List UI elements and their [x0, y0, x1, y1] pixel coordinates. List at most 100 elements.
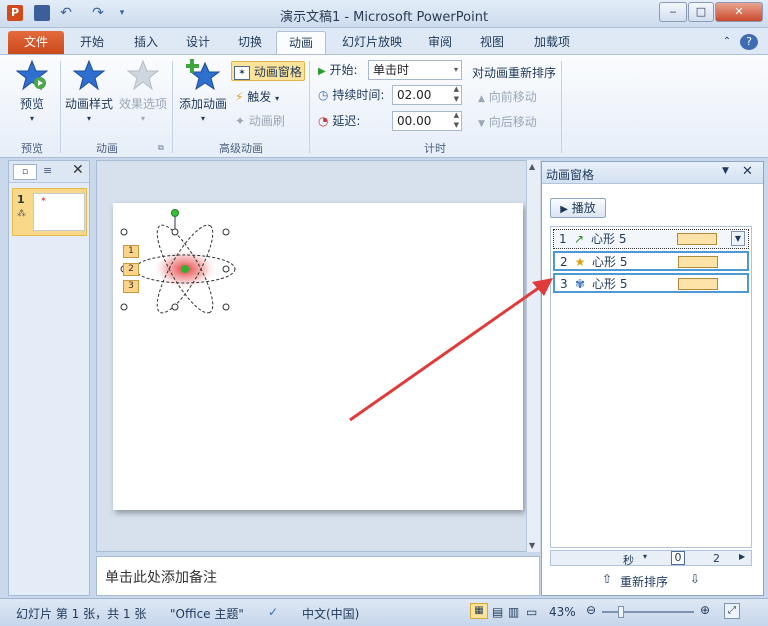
motion-center-icon	[181, 265, 189, 273]
collapse-ribbon-icon[interactable]: ⌃	[718, 31, 736, 54]
delay-spinner-icon[interactable]: ▲ ▼	[454, 110, 459, 130]
duration-spinner-icon[interactable]: ▲ ▼	[454, 84, 459, 104]
animation-marker-2[interactable]: 2	[123, 263, 139, 276]
zoom-slider-track[interactable]	[602, 611, 694, 613]
tab-view[interactable]: 视图	[470, 31, 514, 54]
pane-menu-icon[interactable]: ▼	[722, 166, 729, 176]
timeline-unit-dropdown-icon[interactable]: ▾	[643, 552, 647, 561]
slide-sorter-icon[interactable]: ▤	[492, 605, 503, 619]
animation-painter-button[interactable]: ✦ 动画刷	[235, 111, 285, 131]
rotate-handle[interactable]	[171, 209, 179, 217]
language[interactable]: 中文(中国)	[302, 605, 359, 622]
timeline-tick-2: 2	[713, 552, 720, 565]
preview-dropdown-icon: ▾	[29, 114, 34, 123]
delay-input[interactable]: 00.00 ▲ ▼	[392, 111, 462, 131]
resize-handle[interactable]	[222, 228, 230, 236]
animation-item[interactable]: 3 ✾ 心形 5	[553, 273, 749, 293]
vertical-scrollbar[interactable]: ▲ ▼	[526, 160, 540, 552]
tab-file[interactable]: 文件	[8, 31, 64, 54]
minimize-button[interactable]: ‒	[659, 2, 687, 22]
zoom-level[interactable]: 43%	[549, 605, 576, 619]
animation-star-icon	[73, 59, 105, 91]
spellcheck-icon[interactable]: ✓	[268, 605, 278, 619]
group-preview-label: 预览	[21, 142, 43, 155]
slide-canvas[interactable]: 1 2 3	[113, 203, 523, 510]
theme-name[interactable]: "Office 主题"	[170, 605, 244, 622]
zoom-in-icon[interactable]: ⊕	[700, 603, 710, 617]
scroll-up-icon[interactable]: ▲	[529, 162, 535, 171]
normal-view-icon[interactable]: ▦	[470, 603, 488, 619]
preview-label: 预览	[19, 97, 44, 111]
reorder-row: ⇧ 重新排序 ⇩	[550, 570, 756, 592]
play-button[interactable]: ▶ 播放	[550, 198, 606, 218]
animation-pane-button[interactable]: ✶ 动画窗格	[231, 61, 305, 81]
animation-marker-3[interactable]: 3	[123, 280, 139, 293]
slideshow-view-icon[interactable]: ▭	[526, 605, 537, 619]
tab-animations[interactable]: 动画	[276, 31, 326, 54]
heart-shape-group[interactable]	[113, 203, 523, 510]
add-animation-button[interactable]: 添加动画 ▾	[176, 59, 230, 123]
start-select[interactable]: 单击时 ▾	[368, 60, 462, 80]
fit-to-window-icon[interactable]: ⤢	[724, 603, 740, 619]
tab-addins[interactable]: 加载项	[524, 31, 580, 54]
play-label: 播放	[571, 201, 596, 215]
close-window-button[interactable]: ✕	[715, 2, 763, 22]
tab-review[interactable]: 审阅	[418, 31, 462, 54]
move-earlier-button[interactable]: ▲ 向前移动	[478, 87, 537, 107]
move-later-button[interactable]: ▼ 向后移动	[478, 112, 537, 132]
notes-pane[interactable]: 单击此处添加备注	[96, 556, 540, 596]
close-panel-icon[interactable]: ✕	[72, 162, 84, 178]
animation-styles-label: 动画样式	[64, 97, 113, 111]
animation-dialog-launcher-icon[interactable]: ⧉	[158, 143, 164, 153]
timeline-ruler[interactable]: 秒 ▾ 0 2 ▶	[550, 550, 752, 567]
thumbnail-slide: ✶	[33, 193, 85, 231]
animation-styles-button[interactable]: 动画样式 ▾	[62, 59, 116, 123]
move-later-icon: ▼	[478, 119, 485, 129]
resize-handle[interactable]	[222, 303, 230, 311]
resize-handle[interactable]	[120, 303, 128, 311]
duration-input[interactable]: 02.00 ▲ ▼	[392, 85, 462, 105]
help-icon[interactable]: ?	[740, 34, 758, 50]
animation-marker-1[interactable]: 1	[123, 245, 139, 258]
resize-handle[interactable]	[120, 228, 128, 236]
tab-home[interactable]: 开始	[70, 31, 114, 54]
scroll-down-icon[interactable]: ▼	[529, 541, 535, 550]
item-dropdown-icon[interactable]: ▼	[731, 231, 745, 246]
resize-handle[interactable]	[171, 303, 179, 311]
timeline-right-icon[interactable]: ▶	[739, 552, 745, 561]
tab-insert[interactable]: 插入	[124, 31, 168, 54]
trigger-button[interactable]: ⚡ 触发 ▾	[235, 87, 279, 107]
zoom-slider-thumb[interactable]	[618, 606, 624, 618]
tab-slideshow[interactable]: 幻灯片放映	[334, 31, 410, 54]
window-title: 演示文稿1 - Microsoft PowerPoint	[279, 10, 489, 25]
animation-item-name: 心形 5	[591, 232, 627, 246]
maximize-button[interactable]: □	[688, 2, 714, 22]
effect-options-dropdown-icon: ▾	[140, 114, 145, 123]
tab-design[interactable]: 设计	[176, 31, 220, 54]
lightning-icon: ⚡	[235, 90, 244, 104]
zoom-out-icon[interactable]: ⊖	[586, 603, 596, 617]
animation-item[interactable]: 2 ★ 心形 5	[553, 251, 749, 271]
timing-bar	[678, 278, 718, 290]
slides-tab-icon[interactable]: ▫	[13, 164, 37, 180]
close-pane-icon[interactable]: ✕	[742, 164, 753, 179]
effect-options-button[interactable]: 效果选项 ▾	[116, 59, 170, 123]
slides-panel: ▫ ≡ ✕ 1 ⁂ ✶	[8, 160, 90, 596]
slide-thumbnail[interactable]: 1 ⁂ ✶	[12, 188, 87, 236]
resize-handle[interactable]	[222, 265, 230, 273]
reorder-up-icon[interactable]: ⇧	[602, 572, 612, 586]
effect-star-icon	[127, 59, 159, 91]
resize-handle[interactable]	[171, 228, 179, 236]
outline-tab-icon[interactable]: ≡	[43, 164, 52, 177]
ribbon: 预览 ▾ 预览 动画样式 ▾ 效果选项 ▾ 动画 ⧉ 添加动画 ▾ ✶ 动画窗格…	[0, 54, 768, 158]
ribbon-separator	[172, 61, 173, 153]
add-animation-label: 添加动画	[178, 97, 227, 111]
tab-transitions[interactable]: 切换	[228, 31, 272, 54]
preview-button[interactable]: 预览 ▾	[12, 59, 52, 123]
reading-view-icon[interactable]: ▥	[508, 605, 519, 619]
animation-item-name: 心形 5	[592, 277, 628, 291]
thumb-animation-icon: ⁂	[17, 209, 26, 219]
animation-item[interactable]: 1 ↗ 心形 5 ▼	[553, 229, 749, 249]
add-animation-icon	[186, 59, 220, 91]
reorder-down-icon[interactable]: ⇩	[690, 572, 700, 586]
